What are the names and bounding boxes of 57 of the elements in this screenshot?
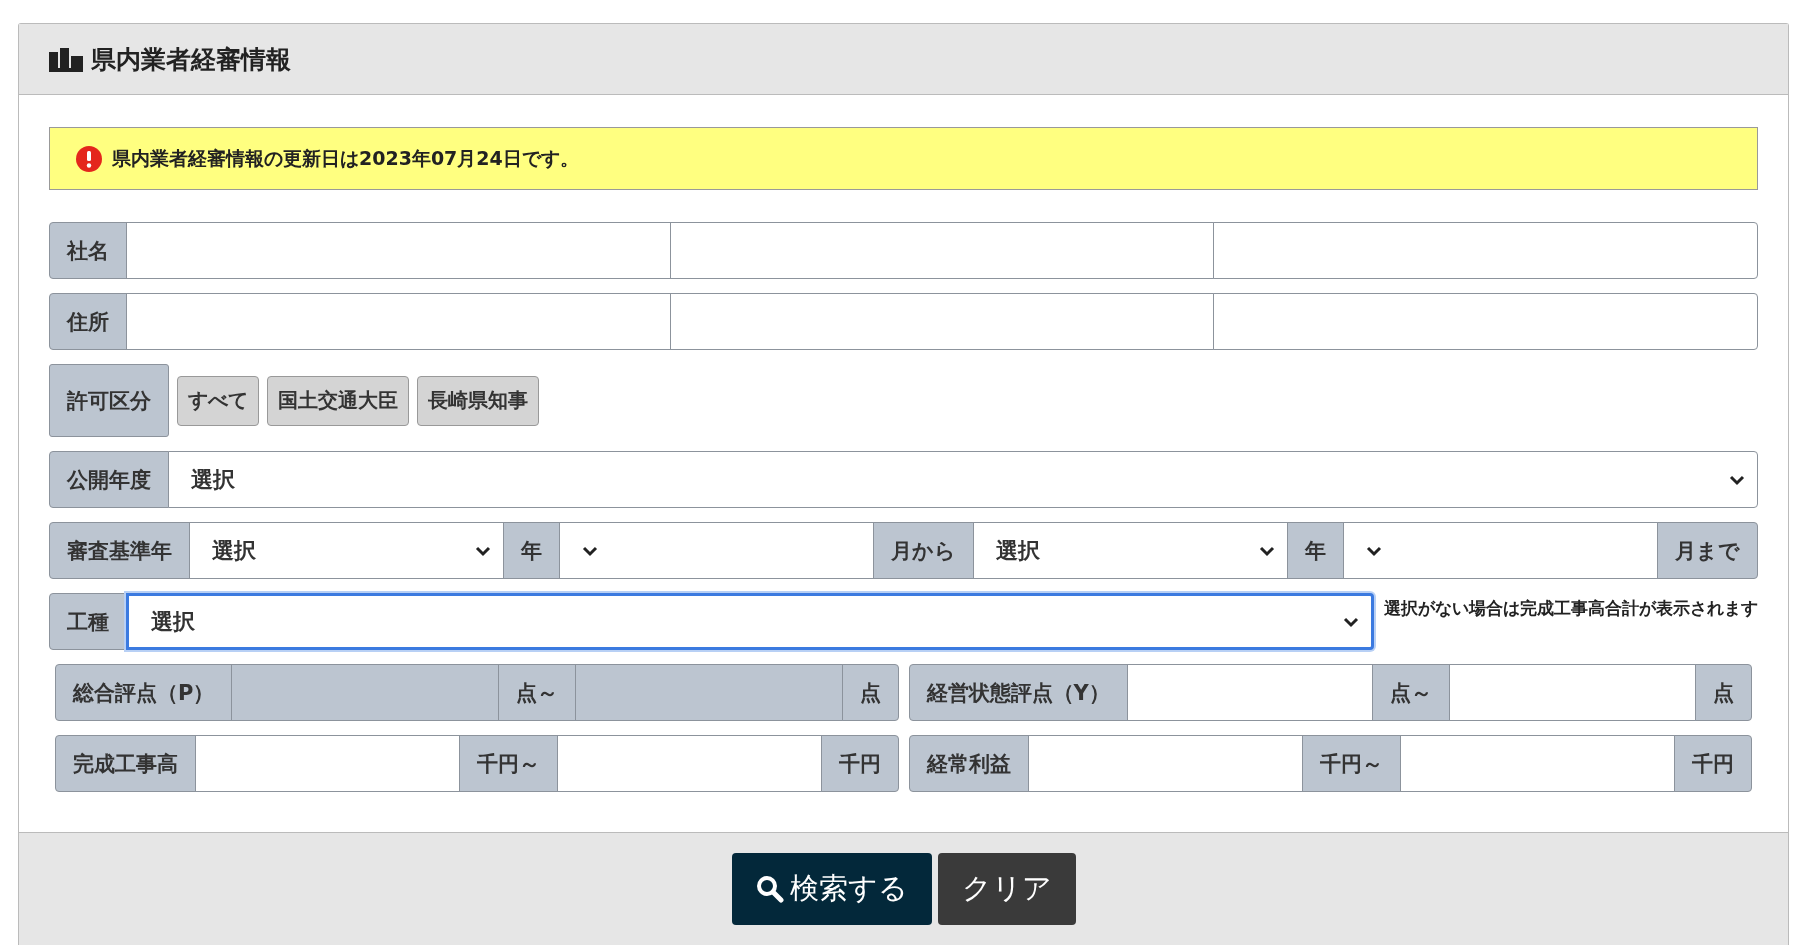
chevron-down-icon bbox=[1259, 544, 1275, 557]
chevron-down-icon bbox=[582, 544, 598, 557]
field-label: 住所 bbox=[49, 293, 127, 350]
field-label: 千円～ bbox=[1301, 735, 1401, 792]
input-field[interactable] bbox=[1213, 293, 1758, 350]
input-field[interactable] bbox=[669, 293, 1215, 350]
input-field[interactable] bbox=[195, 735, 460, 792]
field-label: 工種 bbox=[49, 593, 127, 650]
field-label: 年 bbox=[503, 522, 560, 579]
field-label: 千円 bbox=[820, 735, 899, 792]
option-button[interactable]: すべて bbox=[177, 375, 259, 426]
input-field[interactable] bbox=[1126, 664, 1374, 721]
notice-text: 県内業者経審情報の更新日は2023年07月24日です。 bbox=[112, 145, 579, 171]
chevron-down-icon bbox=[1366, 544, 1382, 557]
input-field[interactable] bbox=[1399, 735, 1675, 792]
field-label: 千円～ bbox=[458, 735, 558, 792]
chevron-down-icon bbox=[1729, 473, 1745, 486]
input-field[interactable] bbox=[126, 293, 671, 350]
option-button[interactable]: 長崎県知事 bbox=[417, 375, 539, 426]
buildings-icon bbox=[49, 46, 83, 72]
hint-text: 選択がない場合は完成工事高合計が表示されます bbox=[1384, 597, 1758, 620]
field-label: 経営状態評点（Y） bbox=[908, 664, 1128, 721]
select-field[interactable]: 選択 bbox=[973, 522, 1288, 579]
input-field[interactable] bbox=[1027, 735, 1303, 792]
chevron-down-icon bbox=[475, 544, 491, 557]
field-label: 月まで bbox=[1657, 522, 1758, 579]
field-label: 月から bbox=[873, 522, 974, 579]
field-label: 点 bbox=[1695, 664, 1752, 721]
field-label: 点 bbox=[841, 664, 899, 721]
alert-icon bbox=[76, 145, 102, 172]
field-label: 審査基準年 bbox=[49, 522, 190, 579]
field-label: 点～ bbox=[1372, 664, 1451, 721]
field-label: 経常利益 bbox=[908, 735, 1029, 792]
search-button[interactable]: 検索する bbox=[731, 853, 932, 925]
search-icon bbox=[755, 875, 784, 903]
select-field[interactable]: 選択 bbox=[168, 451, 1758, 508]
field-label: 社名 bbox=[49, 222, 127, 279]
field-label: 公開年度 bbox=[49, 451, 169, 508]
chevron-down-icon bbox=[1343, 615, 1359, 628]
input-field[interactable] bbox=[126, 222, 671, 279]
field-label: 点～ bbox=[497, 664, 576, 721]
field-label: 完成工事高 bbox=[55, 735, 196, 792]
select-field[interactable]: 選択 bbox=[126, 593, 1374, 650]
input-field[interactable] bbox=[1213, 222, 1758, 279]
field-label: 千円 bbox=[1674, 735, 1752, 792]
select-field[interactable] bbox=[559, 522, 874, 579]
select-field[interactable]: 選択 bbox=[189, 522, 504, 579]
input-field[interactable] bbox=[669, 222, 1215, 279]
input-field[interactable] bbox=[1449, 664, 1696, 721]
clear-button[interactable]: クリア bbox=[937, 853, 1076, 925]
field-label: 年 bbox=[1287, 522, 1344, 579]
input-field[interactable] bbox=[556, 735, 822, 792]
panel-title: 県内業者経審情報 bbox=[91, 43, 291, 76]
field-label: 総合評点（P） bbox=[55, 664, 233, 721]
field-label: 許可区分 bbox=[49, 364, 169, 437]
option-button[interactable]: 国土交通大臣 bbox=[267, 375, 409, 426]
select-field[interactable] bbox=[1343, 522, 1658, 579]
